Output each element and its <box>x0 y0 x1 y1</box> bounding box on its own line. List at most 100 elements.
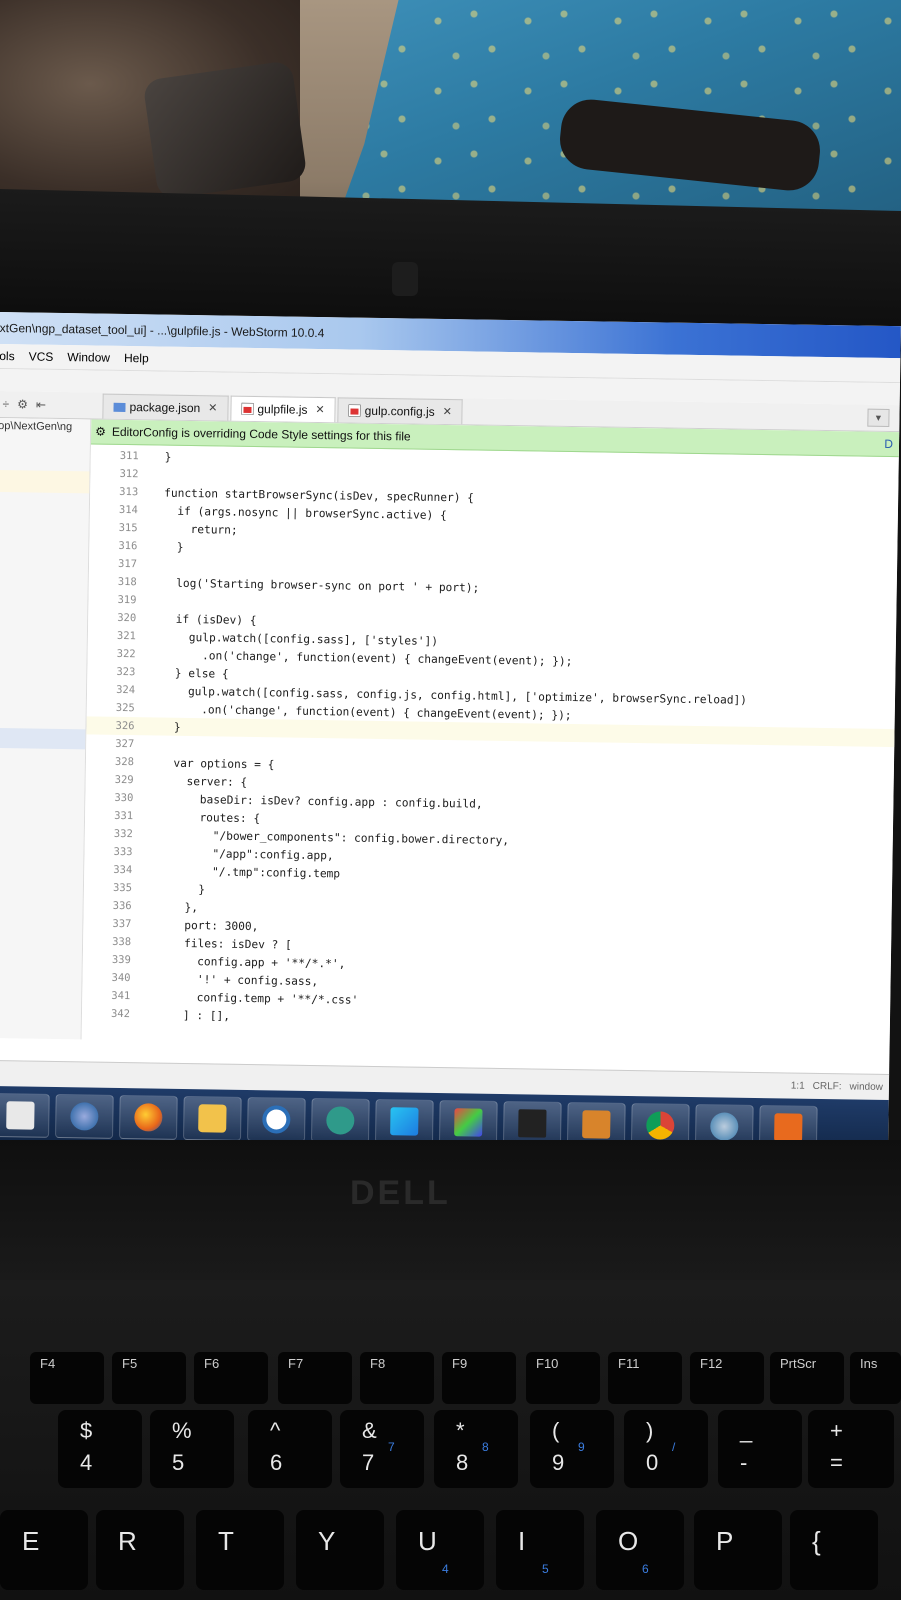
key-f6[interactable]: F6 <box>194 1352 268 1404</box>
key-f12[interactable]: F12 <box>690 1352 764 1404</box>
project-tool-icons: ÷ ⚙ ⇤ <box>0 397 103 413</box>
line-separator[interactable]: CRLF: <box>813 1081 842 1092</box>
code-text[interactable]: "/app":config.app, <box>158 846 333 862</box>
code-text[interactable]: } <box>165 450 172 463</box>
code-text[interactable]: var options = { <box>160 756 274 771</box>
code-text[interactable]: '!' + config.sass, <box>156 972 318 988</box>
key-letter[interactable]: E <box>0 1510 88 1590</box>
code-text[interactable]: } <box>160 720 181 733</box>
taskbar-app-dialog[interactable] <box>247 1096 306 1142</box>
tab-gulp-config-js[interactable]: gulp.config.js ✕ <box>337 396 464 424</box>
gear-icon[interactable]: ⚙ <box>17 397 28 411</box>
taskbar-app-stars[interactable] <box>55 1093 114 1139</box>
notice-link[interactable]: D <box>884 437 893 451</box>
code-text[interactable]: gulp.watch([config.sass], ['styles']) <box>162 630 438 648</box>
taskbar-app-git[interactable] <box>311 1097 370 1143</box>
menu-window[interactable]: Window <box>67 350 110 365</box>
close-icon[interactable]: ✕ <box>315 403 324 416</box>
taskbar-app-firefox[interactable] <box>119 1094 178 1140</box>
key-label: * <box>456 1418 465 1443</box>
key-f7[interactable]: F7 <box>278 1352 352 1404</box>
code-text[interactable]: config.temp + '**/*.css' <box>156 990 359 1007</box>
key-number[interactable]: _ - <box>718 1410 802 1488</box>
key-f11[interactable]: F11 <box>608 1352 682 1404</box>
code-text[interactable]: } <box>163 540 184 553</box>
key-letter[interactable]: O6 <box>596 1510 684 1590</box>
key-f9[interactable]: F9 <box>442 1352 516 1404</box>
key-number[interactable]: ^ 6 <box>248 1410 332 1488</box>
code-text[interactable]: }, <box>158 900 199 913</box>
key-letter[interactable]: I5 <box>496 1510 584 1590</box>
code-text[interactable]: port: 3000, <box>157 918 258 932</box>
key-ins[interactable]: Ins <box>850 1352 901 1404</box>
key-number[interactable]: (9 9 <box>530 1410 614 1488</box>
menu-help[interactable]: Help <box>124 351 149 365</box>
key-f4[interactable]: F4 <box>30 1352 104 1404</box>
key-f5[interactable]: F5 <box>112 1352 186 1404</box>
code-text[interactable]: server: { <box>160 774 247 788</box>
key-number[interactable]: & 7 7 <box>340 1410 424 1488</box>
key-letter[interactable]: P <box>694 1510 782 1590</box>
key-label: 7 <box>362 1450 375 1475</box>
key-letter[interactable]: { <box>790 1510 878 1590</box>
key-label: Ins <box>860 1356 878 1371</box>
key-letter[interactable]: Y <box>296 1510 384 1590</box>
split-icon[interactable]: ÷ <box>2 397 9 411</box>
key-letter[interactable]: T <box>196 1510 284 1590</box>
code-text[interactable]: } <box>158 882 205 896</box>
key-number[interactable]: + = <box>808 1410 894 1488</box>
code-editor[interactable]: ⚙ EditorConfig is overriding Code Style … <box>81 419 900 1053</box>
code-text[interactable]: function startBrowserSync(isDev, specRun… <box>164 486 474 504</box>
key-f10[interactable]: F10 <box>526 1352 600 1404</box>
taskbar-app-tool[interactable] <box>438 1100 498 1145</box>
taskbar-app-webstorm[interactable] <box>374 1098 434 1144</box>
menu-tools[interactable]: ols <box>0 349 15 363</box>
code-text[interactable]: if (isDev) { <box>162 612 257 626</box>
key-letter[interactable]: U4 <box>396 1510 484 1590</box>
office-icon <box>774 1113 803 1142</box>
key-letter[interactable]: R <box>96 1510 184 1590</box>
project-path[interactable]: op\NextGen\ng <box>0 420 72 433</box>
code-text[interactable]: ] : [], <box>156 1008 230 1022</box>
tab-list-dropdown-icon[interactable]: ▼ <box>867 408 890 427</box>
tree-row-selected[interactable] <box>0 727 86 750</box>
code-text[interactable]: routes: { <box>159 810 260 825</box>
key-number[interactable]: $4 <box>58 1410 142 1488</box>
taskbar-app-notepad[interactable] <box>0 1092 50 1138</box>
taskbar-app-explorer[interactable] <box>183 1095 242 1141</box>
key-label: 6 <box>270 1450 283 1475</box>
collapse-icon[interactable]: ⇤ <box>36 398 46 412</box>
file-encoding[interactable]: window <box>849 1081 883 1093</box>
code-text[interactable]: if (args.nosync || browserSync.active) { <box>164 504 447 521</box>
key-label: F6 <box>204 1356 220 1371</box>
menu-vcs[interactable]: VCS <box>29 349 54 363</box>
tab-gulpfile-js[interactable]: gulpfile.js ✕ <box>230 395 336 422</box>
code-text[interactable]: } else { <box>161 666 229 680</box>
code-area[interactable]: 311} 312 313 function startBrowserSync(isDe… <box>82 444 899 1035</box>
key-number[interactable]: ) 0 / <box>624 1410 708 1488</box>
code-text[interactable]: "/.tmp":config.temp <box>158 864 340 880</box>
close-icon[interactable]: ✕ <box>443 405 452 418</box>
tab-package-json[interactable]: package.json ✕ <box>102 393 229 421</box>
key-f8[interactable]: F8 <box>360 1352 434 1404</box>
line-number: 338 <box>112 935 132 949</box>
code-text[interactable]: config.app + '**/*.*', <box>157 954 345 970</box>
code-text[interactable]: return; <box>164 522 237 537</box>
key-number[interactable]: % 5 <box>150 1410 234 1488</box>
key-number[interactable]: * 8 8 <box>434 1410 518 1488</box>
caret-position[interactable]: 1:1 <box>791 1081 805 1092</box>
key-label: 9 <box>578 1440 585 1454</box>
color-grid-icon <box>454 1108 483 1137</box>
key-label: ) <box>646 1418 654 1443</box>
line-number: 327 <box>115 737 135 751</box>
key-label: _ <box>740 1418 753 1443</box>
line-number: 318 <box>117 575 137 589</box>
line-number: 340 <box>111 971 131 985</box>
key-label: F7 <box>288 1356 304 1371</box>
tree-row-highlight[interactable] <box>0 469 90 494</box>
line-number: 324 <box>116 683 136 697</box>
code-text[interactable]: files: isDev ? [ <box>157 936 292 951</box>
close-icon[interactable]: ✕ <box>208 401 217 414</box>
dell-logo: DELL <box>350 1174 451 1212</box>
key-prtscr[interactable]: PrtScr <box>770 1352 844 1404</box>
